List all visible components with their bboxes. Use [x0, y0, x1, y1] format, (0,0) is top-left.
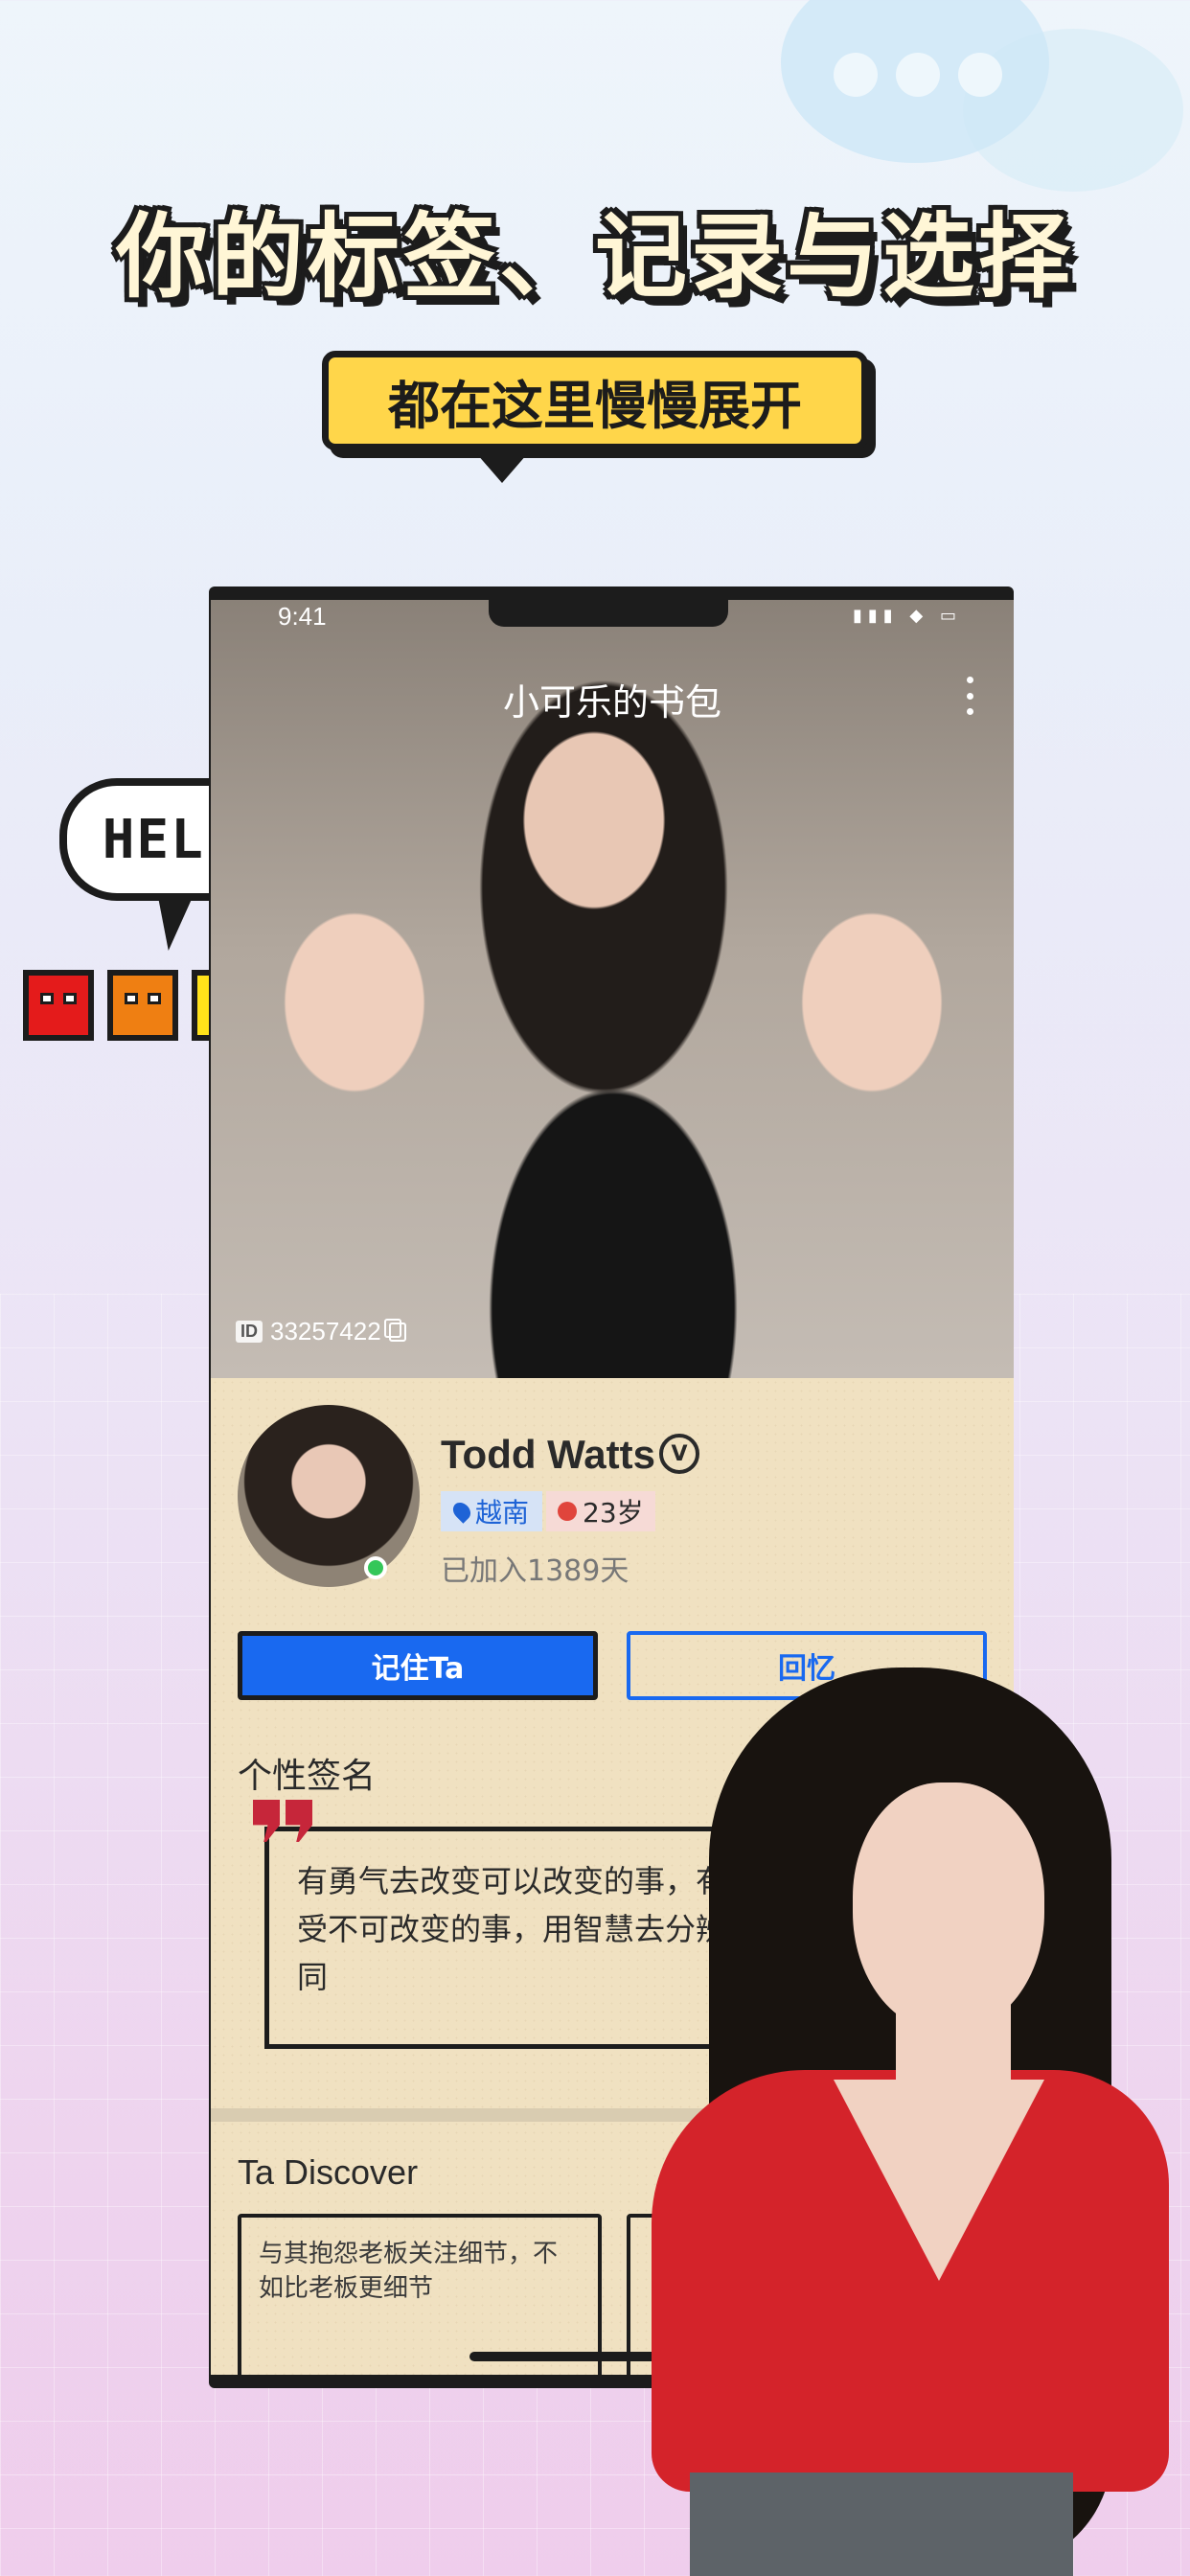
location-pin-icon [449, 1499, 474, 1524]
pixel-block-orange [107, 970, 178, 1041]
user-id-row: ID 33257422 [236, 1317, 406, 1346]
online-status-dot [364, 1556, 387, 1579]
status-time: 9:41 [278, 602, 327, 631]
verified-icon: V [659, 1434, 699, 1474]
status-bar: 9:41 ▮▮▮ ◆ ▭ [211, 600, 1014, 631]
remember-button[interactable]: 记住Ta [238, 1631, 598, 1700]
age-text: 23岁 [583, 1497, 644, 1529]
user-name: Todd Watts [441, 1432, 655, 1477]
age-tag: 23岁 [546, 1491, 655, 1531]
discover-card[interactable]: 与其抱怨老板关注细节，不如比老板更细节 [238, 2214, 602, 2375]
signature-title: 个性签名 [238, 1757, 377, 1796]
id-badge: ID [236, 1321, 263, 1343]
notch [489, 600, 728, 627]
headline: 你的标签、记录与选择 [116, 203, 1074, 310]
female-icon [558, 1502, 577, 1521]
user-id-value: 33257422 [270, 1317, 381, 1346]
joined-days: 已加入1389天 [441, 1554, 629, 1588]
avatar[interactable] [238, 1405, 420, 1587]
subtitle-banner-tail [477, 454, 527, 483]
location-text: 越南 [475, 1497, 530, 1529]
signal-icon: ▮▮▮ ◆ ▭ [852, 606, 962, 626]
location-tag: 越南 [441, 1491, 543, 1531]
chat-bubble-icon [781, 0, 1183, 192]
pixel-block-red [23, 970, 94, 1041]
quote-icon [253, 1800, 316, 1857]
page-title: 小可乐的书包 [502, 683, 721, 724]
model-cutout-image [632, 1668, 1190, 2576]
subtitle-banner: 都在这里慢慢展开 [322, 351, 868, 450]
discover-title: Ta Discover [238, 2152, 419, 2192]
hello-bubble-tail [158, 897, 193, 951]
copy-icon[interactable] [383, 1318, 406, 1342]
more-icon[interactable] [964, 677, 975, 715]
